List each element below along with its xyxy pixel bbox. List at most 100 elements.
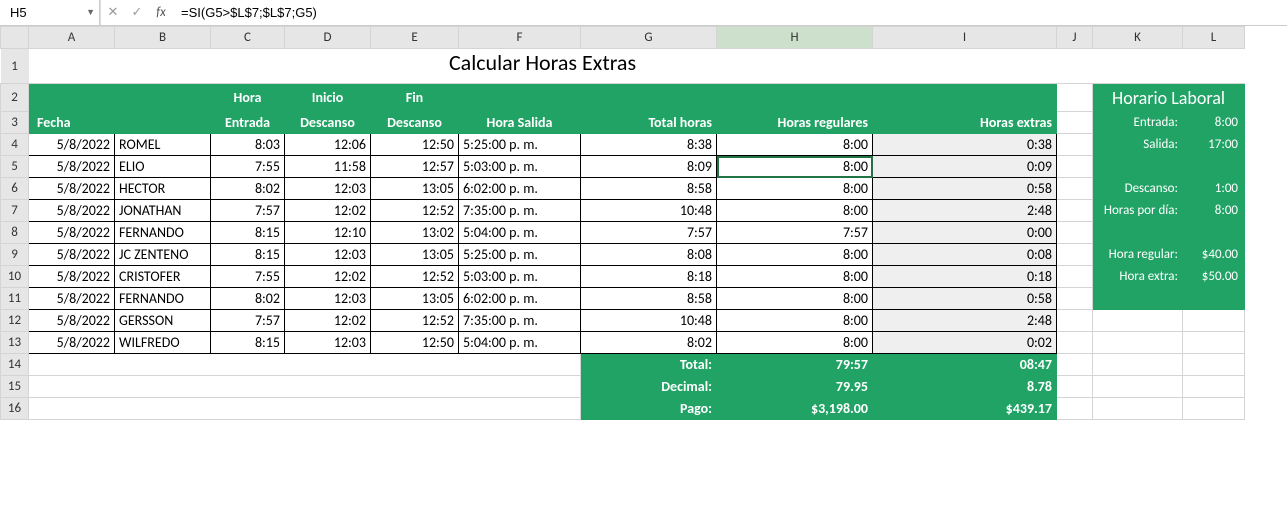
cell-iniDesc[interactable]: 12:03 — [285, 288, 371, 310]
cell-fecha[interactable]: 5/8/2022 — [29, 156, 115, 178]
cell-nombre[interactable]: HECTOR — [115, 178, 211, 200]
chevron-down-icon[interactable]: ▼ — [86, 7, 95, 18]
col-header-J[interactable]: J — [1057, 27, 1093, 49]
cell-nombre[interactable]: GERSSON — [115, 310, 211, 332]
cell-entrada[interactable]: 7:57 — [211, 310, 285, 332]
cell-salida[interactable]: 7:35:00 p. m. — [459, 310, 581, 332]
cell-salida[interactable]: 6:02:00 p. m. — [459, 178, 581, 200]
col-header-C[interactable]: C — [211, 27, 285, 49]
cell-iniDesc[interactable]: 11:58 — [285, 156, 371, 178]
cell-nombre[interactable]: FERNANDO — [115, 288, 211, 310]
cell-fecha[interactable]: 5/8/2022 — [29, 332, 115, 354]
cell-nombre[interactable]: WILFREDO — [115, 332, 211, 354]
row-header[interactable]: 14 — [1, 354, 29, 376]
cell-salida[interactable]: 5:04:00 p. m. — [459, 222, 581, 244]
cell-total[interactable]: 8:08 — [581, 244, 717, 266]
cell-total[interactable]: 8:58 — [581, 288, 717, 310]
cell-reg[interactable]: 8:00 — [717, 156, 873, 178]
col-header-K[interactable]: K — [1093, 27, 1183, 49]
cell-ext[interactable]: 0:00 — [873, 222, 1057, 244]
cell-finDesc[interactable]: 12:52 — [371, 266, 459, 288]
cell-reg[interactable]: 8:00 — [717, 244, 873, 266]
cell-reg[interactable]: 8:00 — [717, 332, 873, 354]
cell-finDesc[interactable]: 12:52 — [371, 200, 459, 222]
cell-salida[interactable]: 5:03:00 p. m. — [459, 156, 581, 178]
cell-iniDesc[interactable]: 12:10 — [285, 222, 371, 244]
cell-reg[interactable]: 8:00 — [717, 178, 873, 200]
cell-total[interactable]: 10:48 — [581, 200, 717, 222]
row-header[interactable]: 11 — [1, 288, 29, 310]
cell-finDesc[interactable]: 13:05 — [371, 178, 459, 200]
cell-iniDesc[interactable]: 12:03 — [285, 244, 371, 266]
row-header[interactable]: 3 — [1, 112, 29, 134]
cell-reg[interactable]: 7:57 — [717, 222, 873, 244]
cell-ext[interactable]: 0:58 — [873, 288, 1057, 310]
name-box-wrap[interactable]: ▼ — [0, 0, 100, 25]
cell-total[interactable]: 8:02 — [581, 332, 717, 354]
cell-ext[interactable]: 2:48 — [873, 310, 1057, 332]
cell-reg[interactable]: 8:00 — [717, 288, 873, 310]
row-header[interactable]: 2 — [1, 84, 29, 112]
cell-entrada[interactable]: 8:02 — [211, 288, 285, 310]
formula-input[interactable] — [173, 0, 1287, 25]
cell-nombre[interactable]: CRISTOFER — [115, 266, 211, 288]
cell-ext[interactable]: 0:18 — [873, 266, 1057, 288]
cell-entrada[interactable]: 8:15 — [211, 222, 285, 244]
cell-finDesc[interactable]: 13:05 — [371, 288, 459, 310]
cell-entrada[interactable]: 7:55 — [211, 266, 285, 288]
cell-entrada[interactable]: 7:55 — [211, 156, 285, 178]
cell-finDesc[interactable]: 13:05 — [371, 244, 459, 266]
col-header-L[interactable]: L — [1183, 27, 1245, 49]
row-header[interactable]: 1 — [1, 49, 29, 84]
cell-salida[interactable]: 7:35:00 p. m. — [459, 200, 581, 222]
cell-salida[interactable]: 5:25:00 p. m. — [459, 134, 581, 156]
cell-iniDesc[interactable]: 12:03 — [285, 332, 371, 354]
col-header-F[interactable]: F — [459, 27, 581, 49]
cell-nombre[interactable]: FERNANDO — [115, 222, 211, 244]
cell-iniDesc[interactable]: 12:06 — [285, 134, 371, 156]
cell-total[interactable]: 8:18 — [581, 266, 717, 288]
cell-nombre[interactable]: JC ZENTENO — [115, 244, 211, 266]
cell-fecha[interactable]: 5/8/2022 — [29, 244, 115, 266]
cell-salida[interactable]: 5:03:00 p. m. — [459, 266, 581, 288]
row-header[interactable]: 4 — [1, 134, 29, 156]
cell-reg[interactable]: 8:00 — [717, 266, 873, 288]
cell-finDesc[interactable]: 12:52 — [371, 310, 459, 332]
accept-formula-icon[interactable]: ✓ — [125, 0, 149, 25]
cell-fecha[interactable]: 5/8/2022 — [29, 134, 115, 156]
cell-ext[interactable]: 0:38 — [873, 134, 1057, 156]
col-header-I[interactable]: I — [873, 27, 1057, 49]
cell-fecha[interactable]: 5/8/2022 — [29, 222, 115, 244]
cell-finDesc[interactable]: 13:02 — [371, 222, 459, 244]
row-header[interactable]: 15 — [1, 376, 29, 398]
cell-fecha[interactable]: 5/8/2022 — [29, 310, 115, 332]
cell-iniDesc[interactable]: 12:02 — [285, 200, 371, 222]
cell-total[interactable]: 7:57 — [581, 222, 717, 244]
cell-reg[interactable]: 8:00 — [717, 310, 873, 332]
cell-entrada[interactable]: 8:03 — [211, 134, 285, 156]
cell-entrada[interactable]: 8:15 — [211, 244, 285, 266]
col-header-H[interactable]: H — [717, 27, 873, 49]
cell-ext[interactable]: 0:09 — [873, 156, 1057, 178]
row-header[interactable]: 10 — [1, 266, 29, 288]
fx-icon[interactable]: fx — [149, 0, 173, 25]
cell-iniDesc[interactable]: 12:03 — [285, 178, 371, 200]
cancel-formula-icon[interactable]: ✕ — [101, 0, 125, 25]
cell-total[interactable]: 8:38 — [581, 134, 717, 156]
cell-fecha[interactable]: 5/8/2022 — [29, 200, 115, 222]
cell-salida[interactable]: 5:25:00 p. m. — [459, 244, 581, 266]
cell-reg[interactable]: 8:00 — [717, 134, 873, 156]
cell-nombre[interactable]: JONATHAN — [115, 200, 211, 222]
cell-iniDesc[interactable]: 12:02 — [285, 266, 371, 288]
cell-entrada[interactable]: 7:57 — [211, 200, 285, 222]
cell-fecha[interactable]: 5/8/2022 — [29, 178, 115, 200]
cell-finDesc[interactable]: 12:57 — [371, 156, 459, 178]
row-header[interactable]: 8 — [1, 222, 29, 244]
cell-fecha[interactable]: 5/8/2022 — [29, 266, 115, 288]
row-header[interactable]: 12 — [1, 310, 29, 332]
row-header[interactable]: 6 — [1, 178, 29, 200]
cell-ext[interactable]: 0:58 — [873, 178, 1057, 200]
row-header[interactable]: 7 — [1, 200, 29, 222]
spreadsheet-grid[interactable]: A B C D E F G H I J K L 1 Calcular Horas… — [0, 26, 1245, 420]
col-header-B[interactable]: B — [115, 27, 211, 49]
